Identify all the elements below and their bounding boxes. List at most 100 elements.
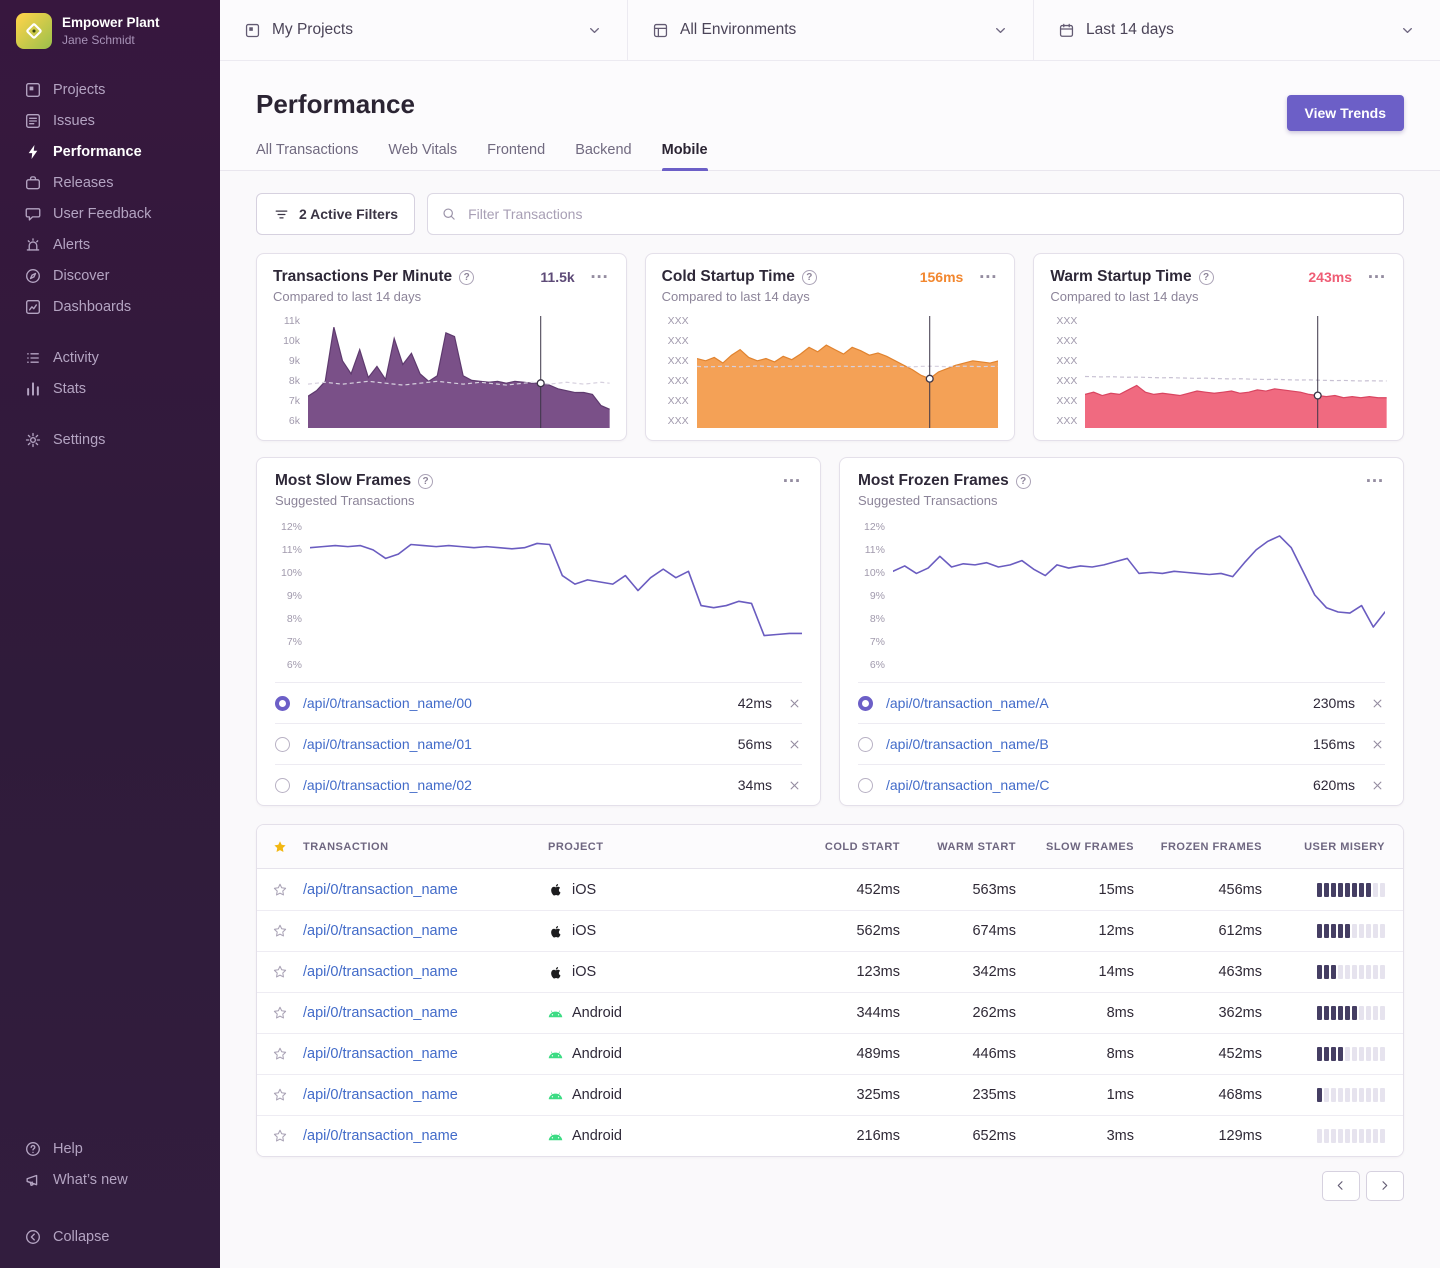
project-filter-dropdown[interactable]: My Projects [220, 0, 628, 60]
card-menu-icon[interactable]: … [978, 269, 998, 277]
sidebar-item-help[interactable]: Help [0, 1133, 220, 1164]
tab-all-transactions[interactable]: All Transactions [256, 142, 358, 170]
transaction-link[interactable]: /api/0/transaction_name [303, 964, 548, 980]
prev-page-button[interactable] [1322, 1171, 1360, 1201]
close-icon[interactable] [1370, 737, 1385, 752]
column-header-cold-start[interactable]: Cold Start [788, 841, 900, 853]
environment-filter-dropdown[interactable]: All Environments [628, 0, 1034, 60]
transaction-link[interactable]: /api/0/transaction_name/B [886, 736, 1300, 752]
transaction-link[interactable]: /api/0/transaction_name [303, 923, 548, 939]
cold-start-value: 452ms [788, 882, 900, 898]
sidebar-item-collapse[interactable]: Collapse [0, 1221, 220, 1252]
y-axis-label: 7% [287, 637, 302, 647]
transaction-link[interactable]: /api/0/transaction_name/01 [303, 736, 725, 752]
transaction-radio[interactable] [858, 696, 873, 711]
transaction-radio[interactable] [275, 696, 290, 711]
column-header-project[interactable]: Project [548, 841, 788, 853]
project-cell: iOS [548, 964, 788, 980]
transaction-link[interactable]: /api/0/transaction_name/02 [303, 777, 725, 793]
user-misery-segment [1345, 965, 1350, 979]
card-menu-icon[interactable]: … [782, 473, 802, 481]
search-input[interactable] [466, 205, 1390, 223]
column-header-frozen-frames[interactable]: Frozen Frames [1134, 841, 1262, 853]
sidebar-item-activity[interactable]: Activity [0, 342, 220, 373]
transaction-radio[interactable] [858, 737, 873, 752]
active-filters-button[interactable]: 2 Active Filters [256, 193, 415, 235]
sidebar-item-what-s-new[interactable]: What’s new [0, 1164, 220, 1195]
user-misery-segment [1380, 924, 1385, 938]
chevron-down-icon [992, 22, 1009, 39]
help-tooltip-icon[interactable]: ? [418, 474, 433, 489]
collapse-icon [24, 1228, 42, 1246]
star-outline-icon[interactable] [272, 882, 288, 898]
transaction-link[interactable]: /api/0/transaction_name [303, 1046, 548, 1062]
next-page-button[interactable] [1366, 1171, 1404, 1201]
tab-frontend[interactable]: Frontend [487, 142, 545, 170]
star-filled-icon[interactable] [272, 839, 288, 855]
close-icon[interactable] [787, 778, 802, 793]
sidebar-item-alerts[interactable]: Alerts [0, 229, 220, 260]
org-switcher[interactable]: Empower Plant Jane Schmidt [0, 0, 220, 62]
transaction-link[interactable]: /api/0/transaction_name/00 [303, 695, 725, 711]
sidebar-item-projects[interactable]: Projects [0, 74, 220, 105]
transaction-link[interactable]: /api/0/transaction_name [303, 1087, 548, 1103]
project-name: iOS [572, 964, 596, 980]
card-menu-icon[interactable]: … [590, 269, 610, 277]
close-icon[interactable] [1370, 696, 1385, 711]
star-outline-icon[interactable] [272, 964, 288, 980]
tab-web-vitals[interactable]: Web Vitals [388, 142, 457, 170]
suggested-transaction-row: /api/0/transaction_name/A230ms [858, 682, 1385, 723]
y-axis-label: 11% [865, 545, 885, 555]
date-filter-dropdown[interactable]: Last 14 days [1034, 0, 1440, 60]
tab-backend[interactable]: Backend [575, 142, 631, 170]
transaction-link[interactable]: /api/0/transaction_name/C [886, 777, 1300, 793]
view-trends-button[interactable]: View Trends [1287, 95, 1404, 131]
sidebar-item-stats[interactable]: Stats [0, 373, 220, 404]
star-outline-icon[interactable] [272, 1128, 288, 1144]
help-tooltip-icon[interactable]: ? [1199, 270, 1214, 285]
star-outline-icon[interactable] [272, 1087, 288, 1103]
user-misery-segment [1352, 1006, 1357, 1020]
stats-icon [24, 380, 42, 398]
star-outline-icon[interactable] [272, 923, 288, 939]
help-tooltip-icon[interactable]: ? [459, 270, 474, 285]
star-outline-icon[interactable] [272, 1005, 288, 1021]
transaction-radio[interactable] [275, 778, 290, 793]
y-axis-label: XXX [1056, 376, 1077, 386]
sidebar-item-settings[interactable]: Settings [0, 424, 220, 455]
transaction-radio[interactable] [858, 778, 873, 793]
transaction-link[interactable]: /api/0/transaction_name/A [886, 695, 1300, 711]
card-menu-icon[interactable]: … [1365, 473, 1385, 481]
y-axis-label: 12% [281, 522, 302, 532]
close-icon[interactable] [787, 737, 802, 752]
close-icon[interactable] [1370, 778, 1385, 793]
star-outline-icon[interactable] [272, 1046, 288, 1062]
column-header-warm-start[interactable]: Warm Start [900, 841, 1016, 853]
active-filters-label: 2 Active Filters [299, 206, 398, 222]
user-misery-segment [1352, 1088, 1357, 1102]
column-header-transaction[interactable]: Transaction [303, 841, 548, 853]
sidebar-item-user-feedback[interactable]: User Feedback [0, 198, 220, 229]
issues-icon [24, 112, 42, 130]
close-icon[interactable] [787, 696, 802, 711]
cold-start-value: 489ms [788, 1046, 900, 1062]
sidebar-item-dashboards[interactable]: Dashboards [0, 291, 220, 322]
transaction-link[interactable]: /api/0/transaction_name [303, 1005, 548, 1021]
card-subtitle: Suggested Transactions [858, 493, 1385, 508]
sidebar-item-discover[interactable]: Discover [0, 260, 220, 291]
user-misery-segment [1359, 924, 1364, 938]
sidebar-item-issues[interactable]: Issues [0, 105, 220, 136]
column-header-slow-frames[interactable]: Slow Frames [1016, 841, 1134, 853]
transaction-link[interactable]: /api/0/transaction_name [303, 1128, 548, 1144]
help-tooltip-icon[interactable]: ? [1016, 474, 1031, 489]
transaction-radio[interactable] [275, 737, 290, 752]
suggested-transactions-list: /api/0/transaction_name/A230ms/api/0/tra… [858, 682, 1385, 805]
help-tooltip-icon[interactable]: ? [802, 270, 817, 285]
project-name: Android [572, 1046, 622, 1062]
sidebar-item-performance[interactable]: Performance [0, 136, 220, 167]
card-menu-icon[interactable]: … [1367, 269, 1387, 277]
sidebar-item-releases[interactable]: Releases [0, 167, 220, 198]
tab-mobile[interactable]: Mobile [662, 142, 708, 170]
column-header-user-misery[interactable]: User Misery [1262, 841, 1385, 853]
transaction-link[interactable]: /api/0/transaction_name [303, 882, 548, 898]
